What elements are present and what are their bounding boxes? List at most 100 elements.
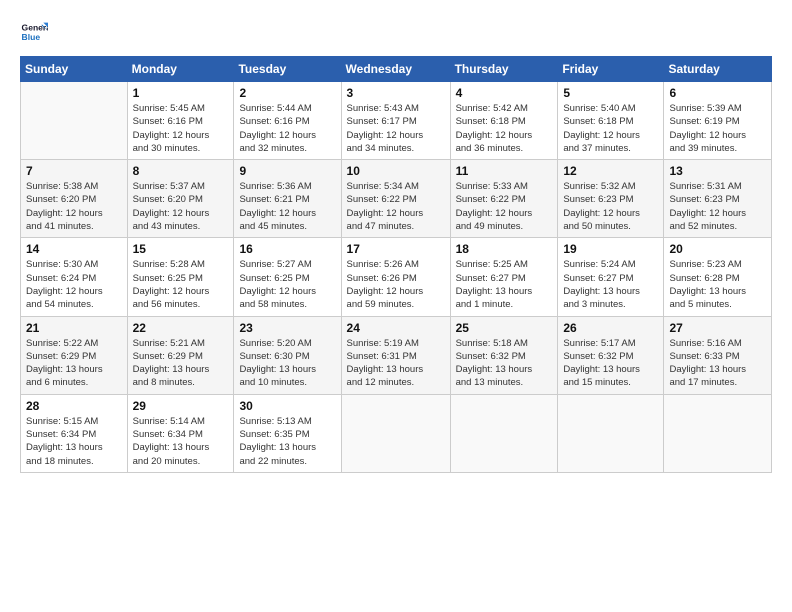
calendar-cell: 22 Sunrise: 5:21 AMSunset: 6:29 PMDayligh… xyxy=(127,316,234,394)
day-info: Sunrise: 5:16 AMSunset: 6:33 PMDaylight:… xyxy=(669,337,766,390)
calendar-cell: 5 Sunrise: 5:40 AMSunset: 6:18 PMDaylight… xyxy=(558,82,664,160)
calendar-cell: 8 Sunrise: 5:37 AMSunset: 6:20 PMDaylight… xyxy=(127,160,234,238)
day-number: 6 xyxy=(669,86,766,100)
day-info: Sunrise: 5:37 AMSunset: 6:20 PMDaylight:… xyxy=(133,180,229,233)
day-info: Sunrise: 5:21 AMSunset: 6:29 PMDaylight:… xyxy=(133,337,229,390)
day-info: Sunrise: 5:27 AMSunset: 6:25 PMDaylight:… xyxy=(239,258,335,311)
day-info: Sunrise: 5:13 AMSunset: 6:35 PMDaylight:… xyxy=(239,415,335,468)
day-info: Sunrise: 5:19 AMSunset: 6:31 PMDaylight:… xyxy=(347,337,445,390)
calendar-cell: 18 Sunrise: 5:25 AMSunset: 6:27 PMDayligh… xyxy=(450,238,558,316)
day-info: Sunrise: 5:15 AMSunset: 6:34 PMDaylight:… xyxy=(26,415,122,468)
calendar-table: SundayMondayTuesdayWednesdayThursdayFrid… xyxy=(20,56,772,473)
day-number: 12 xyxy=(563,164,658,178)
day-header-tuesday: Tuesday xyxy=(234,57,341,82)
calendar-cell: 7 Sunrise: 5:38 AMSunset: 6:20 PMDaylight… xyxy=(21,160,128,238)
day-number: 3 xyxy=(347,86,445,100)
calendar-cell: 3 Sunrise: 5:43 AMSunset: 6:17 PMDaylight… xyxy=(341,82,450,160)
day-info: Sunrise: 5:39 AMSunset: 6:19 PMDaylight:… xyxy=(669,102,766,155)
day-header-monday: Monday xyxy=(127,57,234,82)
week-row-5: 28 Sunrise: 5:15 AMSunset: 6:34 PMDayligh… xyxy=(21,394,772,472)
calendar-cell: 19 Sunrise: 5:24 AMSunset: 6:27 PMDayligh… xyxy=(558,238,664,316)
day-number: 16 xyxy=(239,242,335,256)
day-info: Sunrise: 5:38 AMSunset: 6:20 PMDaylight:… xyxy=(26,180,122,233)
day-number: 22 xyxy=(133,321,229,335)
day-info: Sunrise: 5:30 AMSunset: 6:24 PMDaylight:… xyxy=(26,258,122,311)
day-info: Sunrise: 5:43 AMSunset: 6:17 PMDaylight:… xyxy=(347,102,445,155)
day-info: Sunrise: 5:22 AMSunset: 6:29 PMDaylight:… xyxy=(26,337,122,390)
day-info: Sunrise: 5:44 AMSunset: 6:16 PMDaylight:… xyxy=(239,102,335,155)
calendar-cell: 29Sunrise: 5:14 AMSunset: 6:34 PMDayligh… xyxy=(127,394,234,472)
calendar-cell: 13 Sunrise: 5:31 AMSunset: 6:23 PMDayligh… xyxy=(664,160,772,238)
week-row-1: 1 Sunrise: 5:45 AMSunset: 6:16 PMDaylight… xyxy=(21,82,772,160)
day-number: 27 xyxy=(669,321,766,335)
calendar-cell: 12Sunrise: 5:32 AMSunset: 6:23 PMDayligh… xyxy=(558,160,664,238)
calendar-cell: 25 Sunrise: 5:18 AMSunset: 6:32 PMDayligh… xyxy=(450,316,558,394)
day-number: 5 xyxy=(563,86,658,100)
day-info: Sunrise: 5:18 AMSunset: 6:32 PMDaylight:… xyxy=(456,337,553,390)
calendar-cell: 2 Sunrise: 5:44 AMSunset: 6:16 PMDaylight… xyxy=(234,82,341,160)
day-number: 25 xyxy=(456,321,553,335)
day-info: Sunrise: 5:45 AMSunset: 6:16 PMDaylight:… xyxy=(133,102,229,155)
week-row-3: 14 Sunrise: 5:30 AMSunset: 6:24 PMDayligh… xyxy=(21,238,772,316)
calendar-cell: 14 Sunrise: 5:30 AMSunset: 6:24 PMDayligh… xyxy=(21,238,128,316)
logo-icon: General Blue xyxy=(20,18,48,46)
calendar-cell: 23 Sunrise: 5:20 AMSunset: 6:30 PMDayligh… xyxy=(234,316,341,394)
day-number: 30 xyxy=(239,399,335,413)
calendar-cell: 10 Sunrise: 5:34 AMSunset: 6:22 PMDayligh… xyxy=(341,160,450,238)
calendar-cell: 27 Sunrise: 5:16 AMSunset: 6:33 PMDayligh… xyxy=(664,316,772,394)
calendar-cell xyxy=(664,394,772,472)
day-number: 10 xyxy=(347,164,445,178)
day-number: 23 xyxy=(239,321,335,335)
day-info: Sunrise: 5:25 AMSunset: 6:27 PMDaylight:… xyxy=(456,258,553,311)
day-info: Sunrise: 5:28 AMSunset: 6:25 PMDaylight:… xyxy=(133,258,229,311)
day-number: 20 xyxy=(669,242,766,256)
day-info: Sunrise: 5:34 AMSunset: 6:22 PMDaylight:… xyxy=(347,180,445,233)
day-info: Sunrise: 5:24 AMSunset: 6:27 PMDaylight:… xyxy=(563,258,658,311)
day-number: 4 xyxy=(456,86,553,100)
day-info: Sunrise: 5:42 AMSunset: 6:18 PMDaylight:… xyxy=(456,102,553,155)
calendar-cell xyxy=(21,82,128,160)
header: General Blue xyxy=(20,18,772,46)
calendar-cell: 20 Sunrise: 5:23 AMSunset: 6:28 PMDayligh… xyxy=(664,238,772,316)
day-number: 1 xyxy=(133,86,229,100)
day-number: 17 xyxy=(347,242,445,256)
calendar-cell: 21 Sunrise: 5:22 AMSunset: 6:29 PMDayligh… xyxy=(21,316,128,394)
day-header-thursday: Thursday xyxy=(450,57,558,82)
day-number: 18 xyxy=(456,242,553,256)
day-info: Sunrise: 5:40 AMSunset: 6:18 PMDaylight:… xyxy=(563,102,658,155)
calendar-cell: 11Sunrise: 5:33 AMSunset: 6:22 PMDayligh… xyxy=(450,160,558,238)
day-header-saturday: Saturday xyxy=(664,57,772,82)
calendar-cell xyxy=(558,394,664,472)
calendar-cell: 30 Sunrise: 5:13 AMSunset: 6:35 PMDayligh… xyxy=(234,394,341,472)
day-info: Sunrise: 5:31 AMSunset: 6:23 PMDaylight:… xyxy=(669,180,766,233)
day-number: 15 xyxy=(133,242,229,256)
logo: General Blue xyxy=(20,18,48,46)
day-number: 14 xyxy=(26,242,122,256)
day-number: 28 xyxy=(26,399,122,413)
day-number: 11 xyxy=(456,164,553,178)
day-number: 19 xyxy=(563,242,658,256)
calendar-cell: 9Sunrise: 5:36 AMSunset: 6:21 PMDaylight… xyxy=(234,160,341,238)
day-info: Sunrise: 5:23 AMSunset: 6:28 PMDaylight:… xyxy=(669,258,766,311)
day-number: 7 xyxy=(26,164,122,178)
day-number: 2 xyxy=(239,86,335,100)
day-number: 9 xyxy=(239,164,335,178)
day-header-sunday: Sunday xyxy=(21,57,128,82)
day-info: Sunrise: 5:26 AMSunset: 6:26 PMDaylight:… xyxy=(347,258,445,311)
day-number: 24 xyxy=(347,321,445,335)
calendar-cell: 15 Sunrise: 5:28 AMSunset: 6:25 PMDayligh… xyxy=(127,238,234,316)
calendar-cell: 16 Sunrise: 5:27 AMSunset: 6:25 PMDayligh… xyxy=(234,238,341,316)
day-info: Sunrise: 5:20 AMSunset: 6:30 PMDaylight:… xyxy=(239,337,335,390)
calendar-cell: 24 Sunrise: 5:19 AMSunset: 6:31 PMDayligh… xyxy=(341,316,450,394)
day-header-wednesday: Wednesday xyxy=(341,57,450,82)
week-row-2: 7 Sunrise: 5:38 AMSunset: 6:20 PMDaylight… xyxy=(21,160,772,238)
day-info: Sunrise: 5:14 AMSunset: 6:34 PMDaylight:… xyxy=(133,415,229,468)
calendar-cell xyxy=(341,394,450,472)
calendar-cell: 1 Sunrise: 5:45 AMSunset: 6:16 PMDaylight… xyxy=(127,82,234,160)
calendar-cell: 6 Sunrise: 5:39 AMSunset: 6:19 PMDaylight… xyxy=(664,82,772,160)
week-row-4: 21 Sunrise: 5:22 AMSunset: 6:29 PMDayligh… xyxy=(21,316,772,394)
day-number: 8 xyxy=(133,164,229,178)
day-number: 13 xyxy=(669,164,766,178)
calendar-cell: 4 Sunrise: 5:42 AMSunset: 6:18 PMDaylight… xyxy=(450,82,558,160)
day-number: 21 xyxy=(26,321,122,335)
